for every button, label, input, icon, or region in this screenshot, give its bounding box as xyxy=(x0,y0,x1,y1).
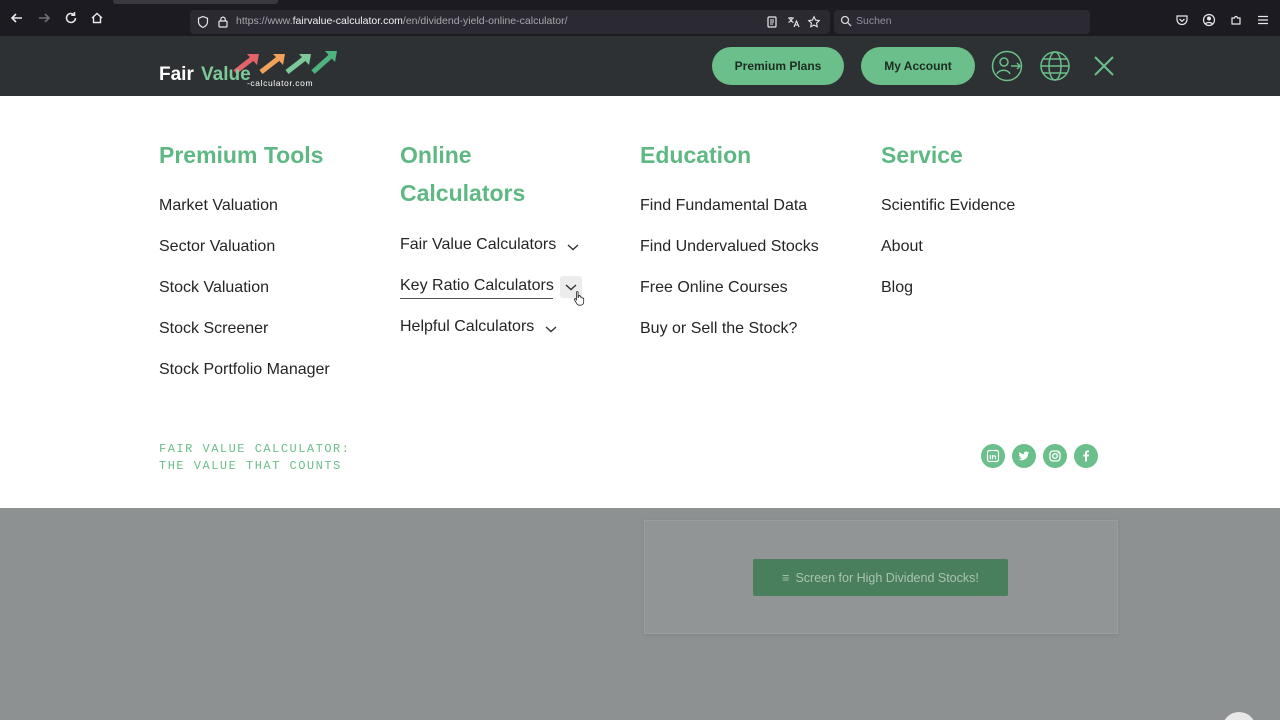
scroll-to-top-button[interactable] xyxy=(1222,712,1256,720)
education-heading: Education xyxy=(640,142,752,168)
premium-tools-heading: Premium Tools xyxy=(159,142,324,168)
menu-link-find-undervalued-stocks[interactable]: Find Undervalued Stocks xyxy=(640,238,819,256)
menu-link-market-valuation[interactable]: Market Valuation xyxy=(159,197,278,215)
home-icon[interactable] xyxy=(88,9,106,27)
menu-link-sector-valuation[interactable]: Sector Valuation xyxy=(159,238,275,256)
forward-icon[interactable] xyxy=(35,9,53,27)
menu-link-scientific-evidence[interactable]: Scientific Evidence xyxy=(881,197,1015,215)
lock-icon[interactable] xyxy=(216,15,230,29)
search-placeholder: Suchen xyxy=(856,15,892,27)
facebook-icon[interactable] xyxy=(1074,444,1098,468)
menu-link-buy-or-sell[interactable]: Buy or Sell the Stock? xyxy=(640,320,797,338)
online-calculators-heading-line1: Online xyxy=(400,142,472,168)
url-domain: fairvalue-calculator.com xyxy=(292,15,403,27)
menu-link-key-ratio-calculators[interactable]: Key Ratio Calculators xyxy=(400,277,554,295)
back-icon[interactable] xyxy=(8,9,26,27)
premium-plans-button[interactable]: Premium Plans xyxy=(712,47,844,85)
tagline-line2: THE VALUE THAT COUNTS xyxy=(159,459,342,473)
url-bar[interactable]: https://www.fairvalue-calculator.com/en/… xyxy=(190,10,830,34)
menu-column-service: Service xyxy=(881,136,963,174)
logo-text-fair: Fair xyxy=(159,64,194,85)
translate-icon[interactable] xyxy=(786,15,800,29)
online-calculators-heading-line2: Calculators xyxy=(400,180,526,206)
bookmark-star-icon[interactable] xyxy=(807,15,821,29)
mega-menu: Premium Tools Market Valuation Sector Va… xyxy=(0,96,1280,508)
url-path: /en/dividend-yield-online-calculator/ xyxy=(402,15,568,27)
pocket-icon[interactable] xyxy=(1175,13,1189,27)
menu-link-blog[interactable]: Blog xyxy=(881,279,913,297)
hover-underline xyxy=(400,298,553,299)
hand-cursor-icon xyxy=(573,291,585,306)
site-header: Fair Value -calculator.com Premium Plans… xyxy=(0,36,1280,96)
screen-dividend-stocks-button[interactable]: ≡ Screen for High Dividend Stocks! xyxy=(753,559,1008,596)
menu-column-premium-tools: Premium Tools xyxy=(159,136,323,174)
twitter-icon[interactable] xyxy=(1012,444,1036,468)
menu-link-about[interactable]: About xyxy=(881,238,923,256)
service-heading: Service xyxy=(881,142,963,168)
shield-icon[interactable] xyxy=(196,15,210,29)
chevron-down-icon[interactable] xyxy=(544,322,558,336)
menu-link-stock-valuation[interactable]: Stock Valuation xyxy=(159,279,269,297)
extensions-icon[interactable] xyxy=(1229,13,1243,27)
account-icon[interactable] xyxy=(1202,13,1216,27)
linkedin-icon[interactable] xyxy=(981,444,1005,468)
url-text[interactable]: https://www.fairvalue-calculator.com/en/… xyxy=(236,15,568,27)
menu-link-helpful-calculators[interactable]: Helpful Calculators xyxy=(400,318,534,336)
browser-search-input[interactable]: Suchen xyxy=(834,10,1090,34)
reload-icon[interactable] xyxy=(62,9,80,27)
url-prefix: https://www. xyxy=(236,15,293,27)
search-icon xyxy=(840,15,852,27)
menu-link-stock-portfolio-manager[interactable]: Stock Portfolio Manager xyxy=(159,361,330,379)
menu-column-education: Education xyxy=(640,136,751,174)
hamburger-menu-icon[interactable] xyxy=(1256,13,1270,27)
my-account-button[interactable]: My Account xyxy=(861,47,975,85)
menu-column-online-calculators: Online Calculators xyxy=(400,136,525,212)
menu-link-fair-value-calculators[interactable]: Fair Value Calculators xyxy=(400,236,556,254)
instagram-icon[interactable] xyxy=(1043,444,1067,468)
list-icon: ≡ xyxy=(782,570,790,585)
close-icon[interactable] xyxy=(1087,49,1121,83)
site-logo[interactable]: Fair Value -calculator.com xyxy=(159,48,344,88)
cta-label: Screen for High Dividend Stocks! xyxy=(795,570,979,585)
menu-link-free-online-courses[interactable]: Free Online Courses xyxy=(640,279,788,297)
tagline: FAIR VALUE CALCULATOR: THE VALUE THAT CO… xyxy=(159,441,350,475)
tagline-line1: FAIR VALUE CALCULATOR: xyxy=(159,442,351,456)
menu-link-find-fundamental-data[interactable]: Find Fundamental Data xyxy=(640,197,807,215)
login-icon[interactable] xyxy=(990,49,1024,83)
chevron-down-icon[interactable] xyxy=(566,240,580,254)
logo-text-value: Value xyxy=(201,64,251,85)
menu-link-stock-screener[interactable]: Stock Screener xyxy=(159,320,268,338)
active-tab-indicator[interactable] xyxy=(113,0,278,4)
reader-view-icon[interactable] xyxy=(765,15,779,29)
globe-icon[interactable] xyxy=(1038,49,1072,83)
browser-toolbar: https://www.fairvalue-calculator.com/en/… xyxy=(0,0,1280,36)
logo-subtext: -calculator.com xyxy=(247,78,314,88)
